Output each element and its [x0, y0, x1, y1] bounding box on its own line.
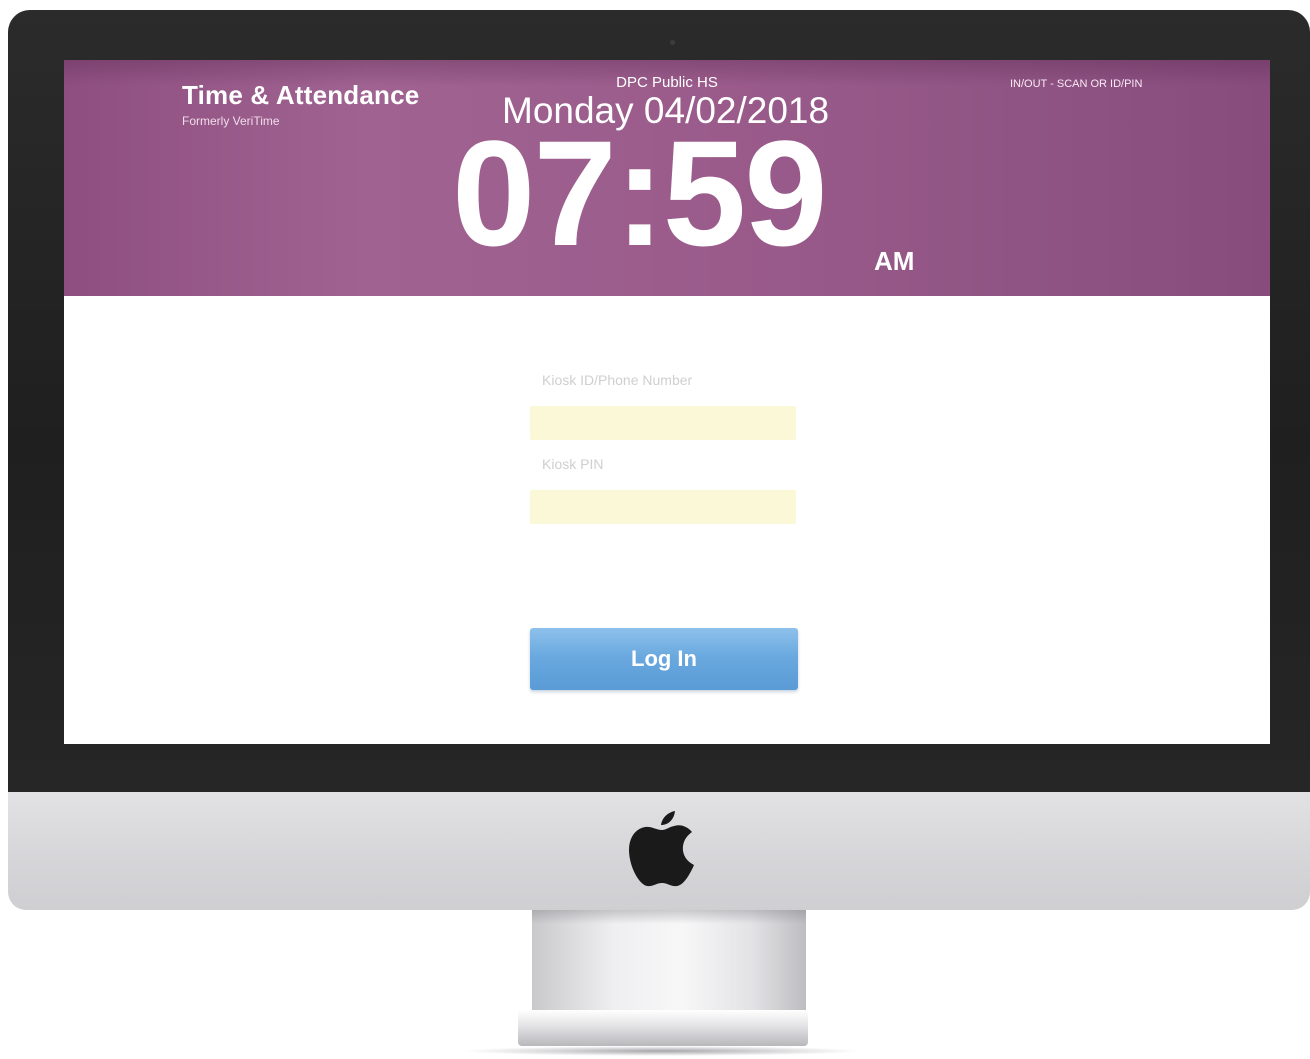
app-subtitle: Formerly VeriTime: [182, 114, 280, 128]
monitor-stand-shadow: [462, 1046, 862, 1056]
camera-icon: [670, 40, 675, 45]
clock-ampm: AM: [874, 246, 915, 276]
login-button[interactable]: Log In: [530, 628, 798, 690]
kiosk-pin-input[interactable]: [530, 490, 796, 524]
monitor-stand-base: [518, 1010, 808, 1046]
kiosk-screen: Time & Attendance Formerly VeriTime DPC …: [64, 60, 1270, 744]
apple-logo-icon: [629, 811, 694, 887]
mode-label: IN/OUT - SCAN OR ID/PIN: [1010, 78, 1143, 90]
clock-time: 07:59: [452, 109, 828, 277]
kiosk-pin-label: Kiosk PIN: [542, 456, 604, 472]
monitor-scene: Time & Attendance Formerly VeriTime DPC …: [0, 0, 1310, 1059]
kiosk-id-label: Kiosk ID/Phone Number: [542, 372, 693, 388]
monitor-stand-neck: [532, 910, 806, 1010]
kiosk-id-input[interactable]: [530, 406, 796, 440]
